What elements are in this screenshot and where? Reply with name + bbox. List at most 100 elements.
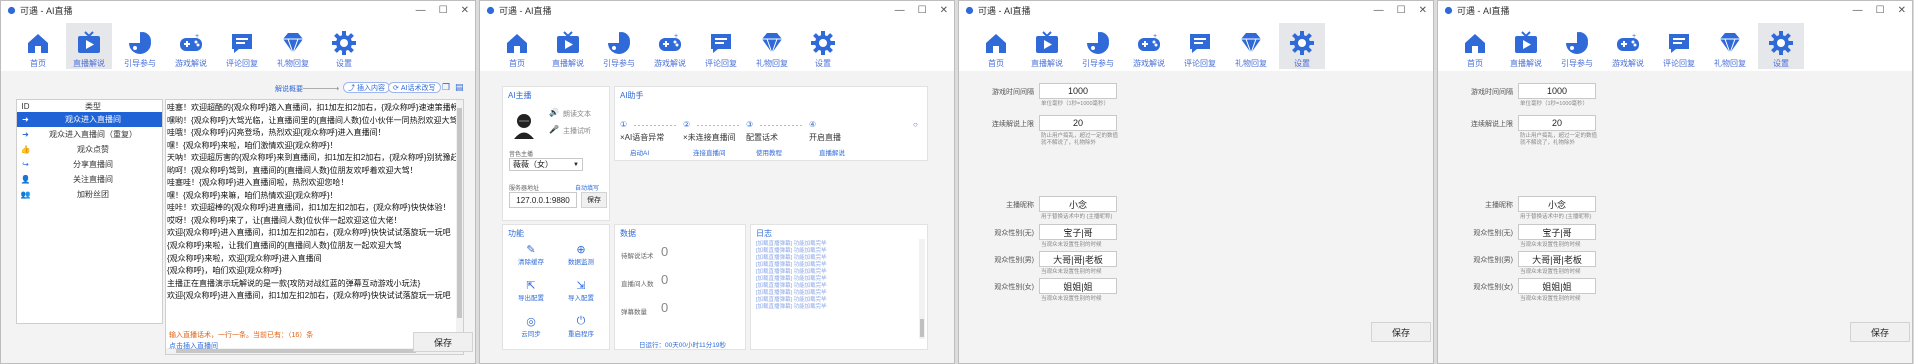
minimize-icon[interactable]: — xyxy=(416,5,426,16)
nav-gem[interactable]: 礼物回复 xyxy=(1707,23,1753,69)
nav-gear[interactable]: 设置 xyxy=(1758,23,1804,69)
nav-gem[interactable]: 礼物回复 xyxy=(270,23,316,69)
ai-rewrite-button[interactable]: ⟳ AI话术改写 xyxy=(388,82,441,93)
function-wifi[interactable]: ◎ 云同步 xyxy=(511,315,551,338)
maximize-icon[interactable]: ☐ xyxy=(1397,5,1406,16)
nav-tv[interactable]: 直播解说 xyxy=(66,23,112,69)
save-button[interactable]: 保存 xyxy=(1850,322,1910,342)
vertical-scrollbar[interactable] xyxy=(456,100,463,354)
function-import[interactable]: ⇲ 导入配置 xyxy=(561,279,601,302)
type-row[interactable]: ➜ 观众进入直播间 xyxy=(17,112,162,127)
maximize-icon[interactable]: ☐ xyxy=(1876,5,1885,16)
nav-home[interactable]: 首页 xyxy=(973,23,1019,69)
g2-input[interactable]: 大哥|哥|老板 xyxy=(1039,251,1117,267)
step-link[interactable]: 使用教程 xyxy=(756,147,782,157)
interval-input[interactable]: 1000 xyxy=(1039,83,1117,99)
g2-input[interactable]: 大哥|哥|老板 xyxy=(1518,251,1596,267)
nav-comment[interactable]: 评论回复 xyxy=(698,23,744,69)
step-connector xyxy=(634,125,678,126)
close-icon[interactable]: ✕ xyxy=(940,5,948,16)
nav-home[interactable]: 首页 xyxy=(1452,23,1498,69)
home-icon xyxy=(504,30,530,56)
minimize-icon[interactable]: — xyxy=(1374,5,1384,16)
maximize-icon[interactable]: ☐ xyxy=(439,5,448,16)
nav-tv[interactable]: 直播解说 xyxy=(1024,23,1070,69)
document-icon[interactable]: ▤ xyxy=(455,82,464,93)
nav-gamepad[interactable]: + 游戏解说 xyxy=(1126,23,1172,69)
close-icon[interactable]: ✕ xyxy=(1419,5,1427,16)
close-icon[interactable]: ✕ xyxy=(461,5,469,16)
type-row[interactable]: 👤 关注直播间 xyxy=(17,172,162,187)
home-icon xyxy=(1462,30,1488,56)
nav-home[interactable]: 首页 xyxy=(15,23,61,69)
function-export[interactable]: ⇱ 导出配置 xyxy=(511,279,551,302)
nav-gear[interactable]: 设置 xyxy=(800,23,846,69)
nav-home[interactable]: 首页 xyxy=(494,23,540,69)
function-monitor[interactable]: ⊕ 数据监测 xyxy=(561,243,601,266)
g1-input[interactable]: 宝子|哥 xyxy=(1518,224,1596,240)
type-row[interactable]: 👥 加粉丝团 xyxy=(17,187,162,202)
nav-tv[interactable]: 直播解说 xyxy=(1503,23,1549,69)
maximize-icon[interactable]: ☐ xyxy=(918,5,927,16)
svg-text:+: + xyxy=(1153,33,1157,40)
chevron-down-icon: ▼ xyxy=(573,161,579,168)
data-label: 待解说话术 xyxy=(621,253,654,260)
save-button[interactable]: 保存 xyxy=(413,332,473,352)
nav-gamepad[interactable]: + 游戏解说 xyxy=(168,23,214,69)
limit-input[interactable]: 20 xyxy=(1039,115,1117,131)
nav-tv[interactable]: 直播解说 xyxy=(545,23,591,69)
step-link[interactable]: 连接直播间 xyxy=(693,147,726,157)
copy-icon[interactable]: ❐ xyxy=(442,82,450,93)
nav-gear[interactable]: 设置 xyxy=(321,23,367,69)
log-scrollbar[interactable] xyxy=(919,239,925,339)
host-input[interactable]: 小念 xyxy=(1518,196,1596,212)
limit-label: 连续解说上限 xyxy=(992,121,1034,128)
server-input[interactable]: 127.0.0.1:9880 xyxy=(509,192,577,208)
script-textarea[interactable]: 哇塞！欢迎超酷的{观众称呼}踏入直播间，扣1加左扣2加右，{观众称呼}速速策播畅… xyxy=(165,99,464,355)
step-link[interactable]: 直播解说 xyxy=(819,147,845,157)
type-row[interactable]: ➜ 观众进入直播间（重复） xyxy=(17,127,162,142)
nav-comment[interactable]: 评论回复 xyxy=(1656,23,1702,69)
title-bar: 可遇 - AI直播 — ☐ ✕ xyxy=(1438,1,1912,19)
nav-chart[interactable]: 引导参与 xyxy=(596,23,642,69)
nav-gamepad[interactable]: + 游戏解说 xyxy=(647,23,693,69)
function-power[interactable]: ⏻ 重启程序 xyxy=(561,315,601,338)
g3-input[interactable]: 姐姐|姐 xyxy=(1518,278,1596,294)
nav-chart[interactable]: 引导参与 xyxy=(117,23,163,69)
read-text-option[interactable]: 朗读文本 xyxy=(563,109,591,119)
nav-comment[interactable]: 评论回复 xyxy=(1177,23,1223,69)
insert-content-button[interactable]: ⤴ 插入内容 xyxy=(343,82,390,93)
nav-chart[interactable]: 引导参与 xyxy=(1075,23,1121,69)
voice-select[interactable]: 薇薇（女） ▼ xyxy=(509,158,583,171)
g3-input[interactable]: 姐姐|姐 xyxy=(1039,278,1117,294)
title-bar: 可遇 - AI直播 — ☐ ✕ xyxy=(959,1,1433,19)
close-icon[interactable]: ✕ xyxy=(1898,5,1906,16)
minimize-icon[interactable]: — xyxy=(1853,5,1863,16)
voice-label: 音色主播 xyxy=(509,152,534,158)
script-line: {观众称呼}，咱们欢迎{观众称呼} xyxy=(167,266,282,276)
type-row[interactable]: ↪ 分享直播间 xyxy=(17,157,162,172)
insert-room-link[interactable]: 点击插入直播间 xyxy=(169,341,218,351)
type-row[interactable]: 👍 观众点赞 xyxy=(17,142,162,157)
home-icon xyxy=(25,30,51,56)
power-icon: ⏻ xyxy=(576,315,586,327)
audition-option[interactable]: 主播试听 xyxy=(563,126,591,136)
g1-input[interactable]: 宝子|哥 xyxy=(1039,224,1117,240)
minimize-icon[interactable]: — xyxy=(895,5,905,16)
gem-icon xyxy=(280,30,306,56)
step-link[interactable]: 启动AI xyxy=(630,147,649,157)
function-broom[interactable]: ✎ 清除缓存 xyxy=(511,243,551,266)
nav-gamepad[interactable]: + 游戏解说 xyxy=(1605,23,1651,69)
save-button[interactable]: 保存 xyxy=(1371,322,1431,342)
nav-comment[interactable]: 评论回复 xyxy=(219,23,265,69)
app-logo-icon xyxy=(1444,6,1453,14)
nav-gem[interactable]: 礼物回复 xyxy=(1228,23,1274,69)
server-save-button[interactable]: 保存 xyxy=(581,192,607,208)
limit-input[interactable]: 20 xyxy=(1518,115,1596,131)
auto-fill-link[interactable]: 自动填写 xyxy=(575,183,599,192)
nav-gem[interactable]: 礼物回复 xyxy=(749,23,795,69)
nav-chart[interactable]: 引导参与 xyxy=(1554,23,1600,69)
nav-gear[interactable]: 设置 xyxy=(1279,23,1325,69)
interval-input[interactable]: 1000 xyxy=(1518,83,1596,99)
host-input[interactable]: 小念 xyxy=(1039,196,1117,212)
